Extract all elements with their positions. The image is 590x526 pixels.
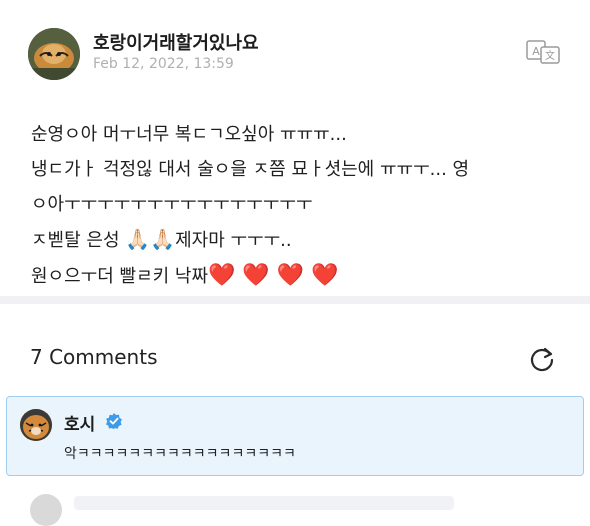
- post-date: Feb 12, 2022, 13:59: [93, 56, 234, 72]
- comment-text: 악ㅋㅋㅋㅋㅋㅋㅋㅋㅋㅋㅋㅋㅋㅋㅋㅋㅋ: [64, 446, 296, 462]
- next-comment-avatar[interactable]: [30, 494, 62, 526]
- author-avatar[interactable]: [28, 28, 80, 80]
- author-name[interactable]: 호랑이거래할거있나요: [93, 29, 259, 55]
- highlighted-comment[interactable]: 호시 악ㅋㅋㅋㅋㅋㅋㅋㅋㅋㅋㅋㅋㅋㅋㅋㅋㅋ: [6, 396, 584, 476]
- comments-title: 7 Comments: [30, 345, 158, 369]
- translate-icon[interactable]: A 文: [524, 38, 564, 66]
- comment-author[interactable]: 호시: [64, 410, 95, 435]
- pray-emoji: 🙏🏻🙏🏻: [125, 227, 176, 251]
- post-line-text: 원ㅇ으ㅜ더 빨ㄹ키 낙짜: [31, 266, 209, 287]
- post-line: 순영ㅇ아 머ㅜ너무 복ㄷㄱ오싶아 ㅠㅠㅠ...: [31, 124, 347, 145]
- post-line-text: ㅈ벧탈 은성: [31, 230, 120, 251]
- section-divider: [0, 296, 590, 304]
- refresh-icon[interactable]: [528, 345, 556, 373]
- svg-text:A: A: [532, 45, 540, 58]
- post-line-with-hearts: 원ㅇ으ㅜ더 빨ㄹ키 낙짜❤️ ❤️ ❤️ ❤️: [31, 258, 571, 294]
- heart-emoji: ❤️ ❤️ ❤️ ❤️: [208, 263, 339, 288]
- comment-avatar[interactable]: [20, 409, 52, 441]
- post-body: 순영ㅇ아 머ㅜ너무 복ㄷㄱ오싶아 ㅠㅠㅠ... 냉ㄷ가ㅏ 걱정읺 대서 술ㅇ을 …: [31, 117, 571, 294]
- post-line: 냉ㄷ가ㅏ 걱정읺 대서 술ㅇ을 ㅈ쯤 묘ㅏ셧는에 ㅠㅠㅜ... 영: [31, 159, 470, 180]
- post-line: ㅇ아ㅜㅜㅜㅜㅜㅜㅜㅜㅜㅜㅜㅜㅜㅜㅜ: [31, 194, 313, 215]
- post-line-with-emoji: ㅈ벧탈 은성 🙏🏻🙏🏻제자마 ㅜㅜㅜ..: [31, 222, 571, 258]
- post-header: 호랑이거래할거있나요 Feb 12, 2022, 13:59 A 文: [0, 0, 590, 92]
- next-comment-preview[interactable]: [74, 496, 454, 510]
- verified-badge-icon: [105, 412, 123, 430]
- post-line-text: 제자마 ㅜㅜㅜ..: [175, 230, 292, 251]
- svg-text:文: 文: [545, 49, 555, 62]
